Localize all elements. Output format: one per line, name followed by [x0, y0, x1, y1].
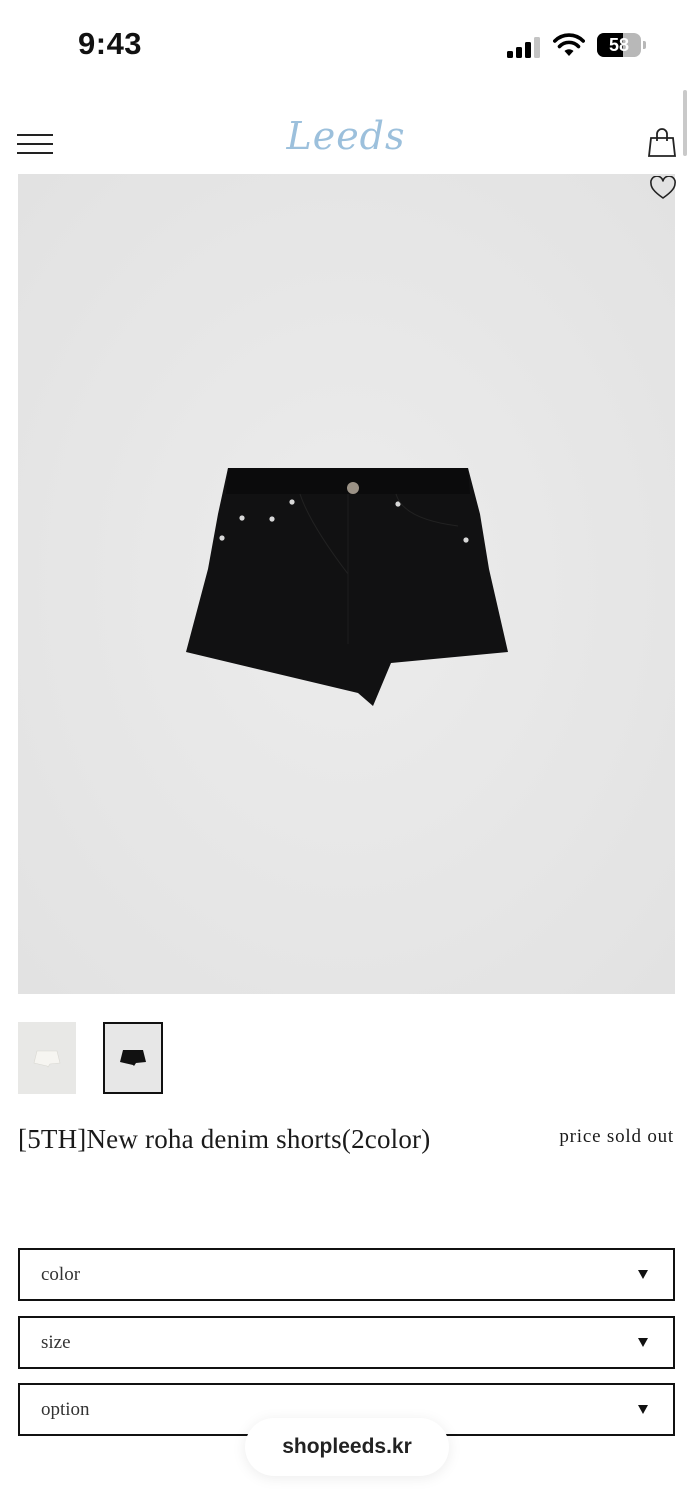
battery-percentage: 58: [608, 35, 630, 55]
browser-address-bar[interactable]: shopleeds.kr: [245, 1418, 449, 1476]
size-select[interactable]: size: [18, 1316, 675, 1369]
option-select-label: option: [41, 1399, 90, 1420]
size-select-label: size: [41, 1332, 71, 1353]
wifi-icon: [553, 33, 585, 56]
product-price-status: price sold out: [559, 1126, 674, 1147]
status-bar: 9:43 58: [0, 0, 693, 90]
black-shorts-thumbnail-image: [105, 1024, 161, 1092]
thumbnail-black-shorts[interactable]: [103, 1022, 163, 1094]
hamburger-menu-icon[interactable]: [17, 134, 53, 154]
heart-outline-icon[interactable]: [650, 176, 676, 200]
site-logo[interactable]: Leeds: [246, 114, 446, 158]
site-header: Leeds: [0, 100, 693, 174]
white-shorts-thumbnail-image: [18, 1022, 76, 1094]
product-main-image[interactable]: [18, 174, 675, 994]
color-select-label: color: [41, 1264, 81, 1285]
status-time: 9:43: [78, 26, 143, 61]
dropdown-arrow-icon: [638, 1338, 648, 1347]
shopping-bag-icon[interactable]: [648, 127, 676, 157]
thumbnail-white-shorts[interactable]: [18, 1022, 76, 1094]
color-select[interactable]: color: [18, 1248, 675, 1301]
black-denim-shorts-image: [18, 174, 675, 994]
cellular-signal-icon: [507, 36, 541, 58]
battery-icon: 58: [597, 33, 647, 57]
product-title: [5TH]New roha denim shorts(2color): [18, 1124, 431, 1154]
dropdown-arrow-icon: [638, 1270, 648, 1279]
dropdown-arrow-icon: [638, 1405, 648, 1414]
